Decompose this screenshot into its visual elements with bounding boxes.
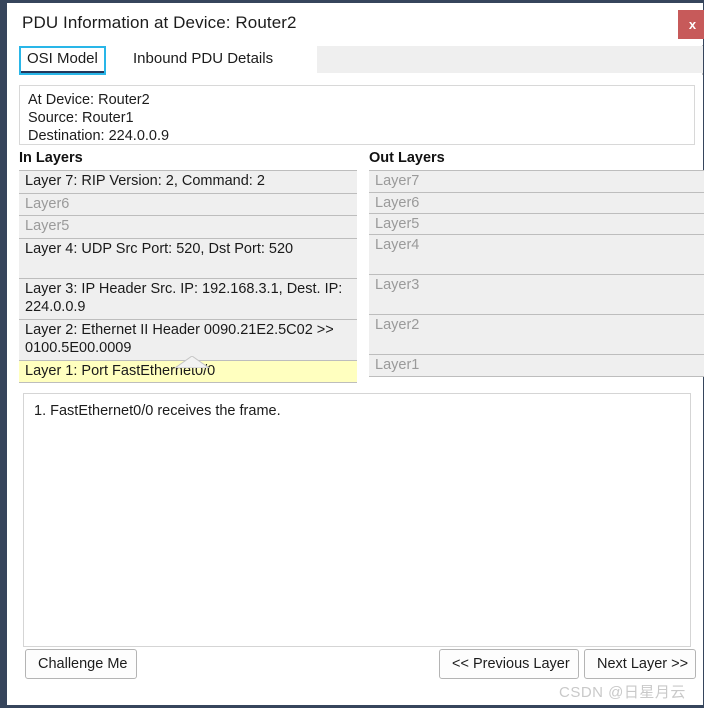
close-icon[interactable]: x: [678, 10, 704, 39]
previous-layer-button[interactable]: << Previous Layer: [439, 649, 579, 679]
next-layer-button[interactable]: Next Layer >>: [584, 649, 696, 679]
pdu-information-window: PDU Information at Device: Router2 x OSI…: [0, 0, 704, 708]
tab-inbound-pdu-details[interactable]: Inbound PDU Details: [125, 46, 281, 75]
info-at-device: At Device: Router2: [28, 92, 150, 108]
tab-strip: OSI Model Inbound PDU Details: [19, 46, 703, 75]
out-layer-row-5[interactable]: Layer5: [369, 214, 704, 235]
description-line: 1. FastEthernet0/0 receives the frame.: [34, 403, 281, 419]
window-frame: PDU Information at Device: Router2 x OSI…: [0, 0, 704, 708]
info-source: Source: Router1: [28, 110, 134, 126]
watermark: CSDN @日星月云: [559, 684, 686, 701]
in-layers-list: Layer 7: RIP Version: 2, Command: 2 Laye…: [19, 170, 357, 383]
challenge-me-button[interactable]: Challenge Me: [25, 649, 137, 679]
layer-description-panel: 1. FastEthernet0/0 receives the frame.: [23, 393, 691, 647]
tab-osi-model[interactable]: OSI Model: [19, 46, 106, 75]
out-layer-row-2[interactable]: Layer2: [369, 315, 704, 355]
in-layer-row-6[interactable]: Layer6: [19, 193, 357, 216]
out-layers-list: Layer7 Layer6 Layer5 Layer4 Layer3 Layer…: [369, 170, 704, 377]
in-layer-row-3[interactable]: Layer 3: IP Header Src. IP: 192.168.3.1,…: [19, 278, 357, 320]
window-title: PDU Information at Device: Router2: [22, 13, 297, 32]
out-layer-row-6[interactable]: Layer6: [369, 193, 704, 214]
out-layer-row-3[interactable]: Layer3: [369, 275, 704, 315]
in-layer-row-4[interactable]: Layer 4: UDP Src Port: 520, Dst Port: 52…: [19, 238, 357, 279]
info-destination: Destination: 224.0.0.9: [28, 128, 170, 144]
out-layer-row-1[interactable]: Layer1: [369, 355, 704, 377]
device-info-panel: At Device: Router2 Source: Router1 Desti…: [19, 85, 695, 145]
chevron-up-icon[interactable]: [173, 355, 211, 369]
in-layer-row-5[interactable]: Layer5: [19, 216, 357, 239]
out-layer-row-4[interactable]: Layer4: [369, 235, 704, 275]
out-layers-heading: Out Layers: [369, 150, 445, 166]
in-layer-row-7[interactable]: Layer 7: RIP Version: 2, Command: 2: [19, 171, 357, 194]
window-inner: PDU Information at Device: Router2 x OSI…: [11, 3, 704, 705]
dialog-body: At Device: Router2 Source: Router1 Desti…: [11, 75, 704, 705]
out-layer-row-7[interactable]: Layer7: [369, 171, 704, 193]
title-bar: PDU Information at Device: Router2 x: [11, 3, 704, 45]
tab-strip-filler: [317, 46, 703, 73]
in-layers-heading: In Layers: [19, 150, 83, 166]
